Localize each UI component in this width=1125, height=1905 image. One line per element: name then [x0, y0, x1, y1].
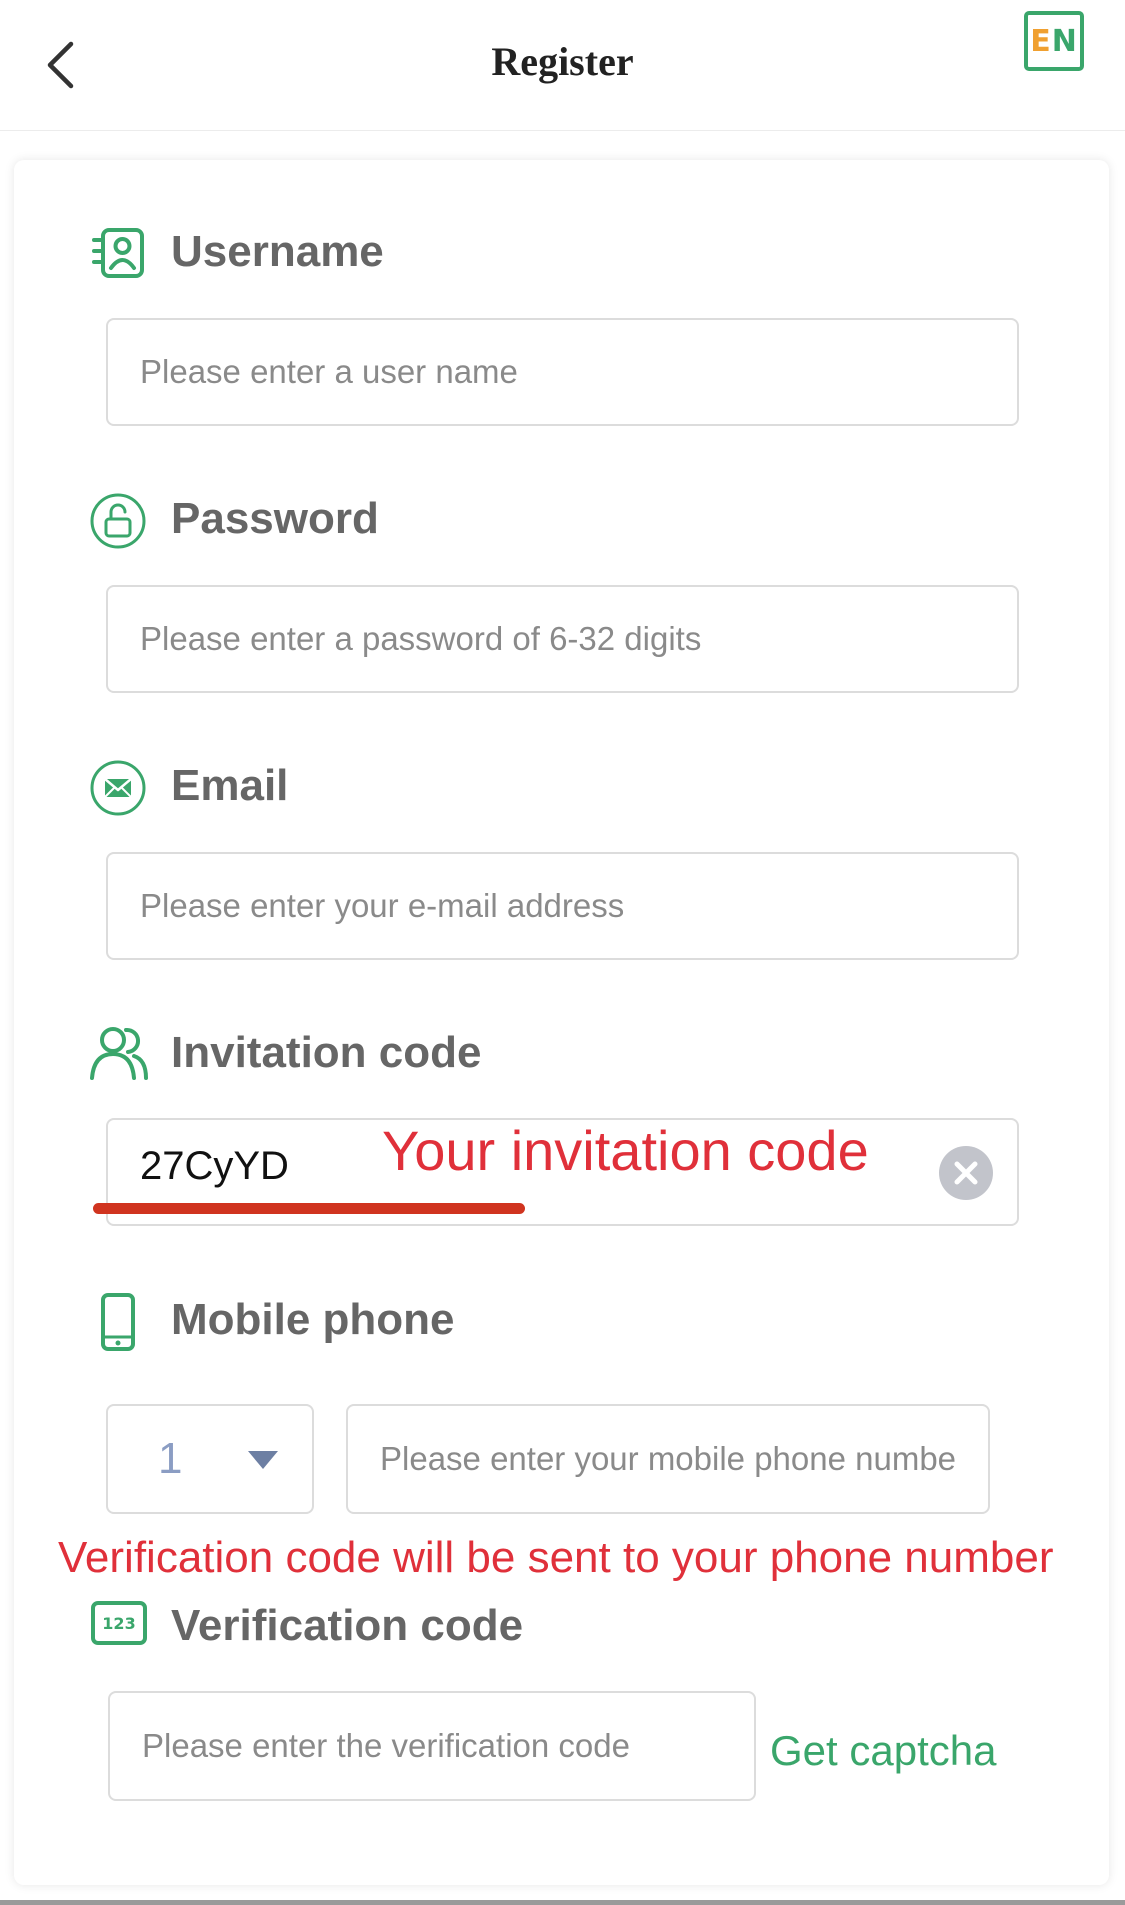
mail-icon: [90, 760, 146, 816]
phone-annotation: Verification code will be sent to your p…: [58, 1533, 1054, 1582]
language-label-second: N: [1051, 23, 1078, 59]
invitation-annotation: Your invitation code: [382, 1119, 869, 1182]
email-input[interactable]: [106, 852, 1019, 960]
lock-icon: [90, 493, 146, 549]
svg-text:123: 123: [102, 1614, 135, 1633]
email-label: Email: [171, 761, 289, 810]
phone-icon: [101, 1293, 135, 1351]
get-captcha-button[interactable]: Get captcha: [770, 1727, 996, 1775]
clear-invitation-button[interactable]: [939, 1146, 993, 1200]
mobile-phone-label: Mobile phone: [171, 1295, 455, 1344]
language-label-first: E: [1030, 23, 1052, 59]
country-code-value: 1: [158, 1434, 183, 1483]
verification-code-label: Verification code: [171, 1601, 524, 1650]
users-icon: [90, 1027, 148, 1080]
dropdown-triangle-icon: [248, 1451, 278, 1469]
page-title: Register: [491, 39, 634, 84]
invitation-code-label: Invitation code: [171, 1028, 482, 1077]
password-label: Password: [171, 494, 379, 543]
user-card-icon: [92, 228, 144, 278]
mobile-phone-input[interactable]: [346, 1404, 990, 1514]
password-input[interactable]: [106, 585, 1019, 693]
username-label: Username: [171, 227, 384, 276]
close-icon: [954, 1161, 978, 1185]
bottom-divider: [0, 1900, 1125, 1905]
username-input[interactable]: [106, 318, 1019, 426]
country-code-select[interactable]: 1: [106, 1404, 314, 1514]
language-switch-button[interactable]: EN: [1024, 11, 1084, 71]
header-bar: Register EN: [0, 0, 1125, 131]
annotation-underline: [93, 1203, 525, 1214]
verification-code-input[interactable]: [108, 1691, 756, 1801]
number-123-icon: 123: [91, 1601, 147, 1645]
